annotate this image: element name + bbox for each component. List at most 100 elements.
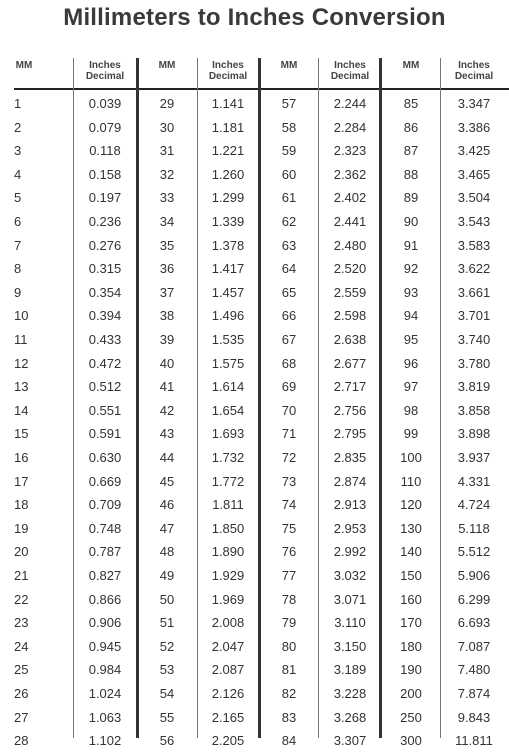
mm-value: 84 (281, 733, 297, 749)
mm-value: 89 (403, 190, 419, 206)
mm-value: 12 (14, 355, 29, 371)
mm-value: 77 (281, 568, 297, 583)
inches-value: 3.819 (457, 379, 491, 395)
inches-value: 7.874 (457, 686, 491, 701)
inches-value: 9.843 (457, 709, 491, 725)
mm-value: 120 (400, 497, 422, 513)
mm-value: 27 (14, 709, 29, 725)
inches-value: 3.504 (457, 190, 491, 206)
inches-value: 6.299 (457, 591, 491, 607)
inches-value: 7.087 (457, 638, 491, 654)
inches-value: 6.693 (457, 615, 491, 631)
mm-value: 73 (281, 473, 297, 489)
inches-value: 1.024 (88, 686, 122, 701)
column-header-mm: MM (158, 60, 176, 71)
mm-value: 29 (159, 96, 175, 111)
mm-value: 91 (403, 237, 419, 253)
mm-value: 66 (281, 308, 297, 324)
mm-value: 95 (403, 332, 419, 347)
inches-value: 1.063 (88, 709, 122, 725)
inches-value: 3.898 (457, 426, 491, 442)
inches-value: 1.339 (211, 214, 245, 229)
inches-value: 3.858 (457, 402, 491, 418)
inches-value: 3.583 (457, 237, 491, 253)
mm-value: 45 (159, 473, 175, 489)
column-header-inches-decimal: Inches Decimal (330, 60, 370, 82)
inches-value: 1.654 (211, 402, 245, 418)
mm-value: 2 (14, 119, 22, 135)
mm-value: 10 (14, 308, 29, 324)
inches-value: 3.071 (333, 591, 367, 607)
column-header-mm: MM (15, 60, 33, 71)
inches-value: 0.354 (88, 284, 122, 300)
mm-value: 40 (159, 355, 175, 371)
inches-value: 0.118 (89, 143, 121, 159)
mm-value: 11 (14, 332, 28, 347)
inches-value: 2.717 (333, 379, 367, 395)
inches-value: 11.811 (455, 733, 493, 749)
mm-value: 60 (281, 166, 297, 182)
mm-value: 79 (281, 615, 297, 631)
mm-value: 63 (281, 237, 297, 253)
mm-value: 22 (14, 591, 29, 607)
mm-value: 33 (159, 190, 175, 206)
mm-value: 71 (281, 426, 297, 442)
inches-value: 3.622 (457, 261, 491, 277)
inches-value: 1.378 (211, 237, 245, 253)
mm-value: 44 (159, 450, 175, 465)
mm-value: 17 (14, 473, 29, 489)
inches-value: 3.386 (457, 119, 491, 135)
inches-value: 3.347 (457, 96, 491, 111)
mm-value: 56 (159, 733, 175, 749)
mm-value: 5 (14, 190, 22, 206)
mm-value: 130 (400, 520, 422, 536)
mm-value: 96 (403, 355, 419, 371)
inches-value: 0.079 (88, 119, 122, 135)
mm-value: 15 (14, 426, 29, 442)
inches-value: 0.276 (88, 237, 122, 253)
mm-value: 62 (281, 214, 297, 229)
mm-value: 14 (14, 402, 29, 418)
mm-value: 46 (159, 497, 175, 513)
mm-value: 85 (403, 96, 419, 111)
inches-value: 3.701 (457, 308, 491, 324)
inches-value: 2.244 (333, 96, 367, 111)
mm-value: 23 (14, 615, 29, 631)
inches-value: 2.598 (333, 308, 367, 324)
mm-value: 78 (281, 591, 297, 607)
inches-value: 3.425 (457, 143, 491, 159)
mm-value: 38 (159, 308, 175, 324)
inches-value: 5.906 (457, 568, 491, 583)
inches-value: 3.937 (457, 450, 491, 465)
mm-value: 97 (403, 379, 419, 395)
mm-value: 64 (281, 261, 297, 277)
mm-value: 86 (403, 119, 419, 135)
mm-value: 25 (14, 662, 29, 678)
mm-value: 58 (281, 119, 297, 135)
inches-value: 0.315 (88, 261, 122, 277)
inches-value: 2.323 (333, 143, 367, 159)
inches-value: 1.969 (211, 591, 245, 607)
inches-value: 2.480 (333, 237, 367, 253)
inches-value: 2.559 (333, 284, 367, 300)
inches-value: 3.268 (333, 709, 367, 725)
inches-value: 3.150 (333, 638, 367, 654)
mm-value: 99 (403, 426, 419, 442)
mm-value: 18 (14, 497, 29, 513)
mm-value: 300 (400, 733, 422, 749)
inches-value: 2.047 (211, 638, 245, 654)
inches-value: 2.165 (211, 709, 245, 725)
mm-value: 88 (403, 166, 419, 182)
inches-value: 5.118 (458, 520, 490, 536)
inches-value: 0.197 (88, 190, 122, 206)
mm-value: 90 (403, 214, 419, 229)
mm-value: 16 (14, 450, 29, 465)
mm-value: 68 (281, 355, 297, 371)
inches-value: 3.307 (333, 733, 367, 749)
inches-value: 4.724 (457, 497, 491, 513)
inches-value: 2.284 (333, 119, 367, 135)
mm-value: 54 (159, 686, 175, 701)
inches-value: 2.992 (333, 544, 367, 560)
mm-value: 80 (281, 638, 297, 654)
mm-value: 98 (403, 402, 419, 418)
